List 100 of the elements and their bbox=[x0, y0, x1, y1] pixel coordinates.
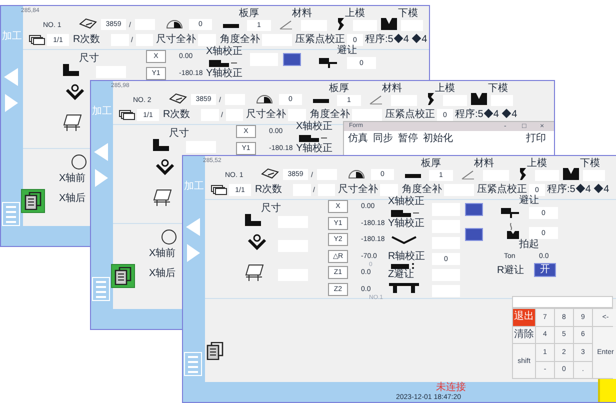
label: 程序:5◆4 ◆4 bbox=[455, 110, 518, 120]
label: 角度全补 bbox=[220, 35, 260, 45]
label: X轴前 bbox=[59, 174, 86, 184]
angle-icon bbox=[65, 84, 85, 101]
material-icon bbox=[461, 170, 474, 180]
label: 板厚 bbox=[421, 159, 441, 169]
angle-icon bbox=[155, 159, 175, 176]
punch-icon bbox=[166, 19, 183, 29]
corner-block bbox=[598, 379, 616, 402]
copy-button[interactable] bbox=[111, 264, 135, 288]
menu-item[interactable]: 暂停 bbox=[398, 134, 418, 144]
correction-button[interactable] bbox=[465, 203, 483, 216]
lower-die-icon bbox=[381, 18, 397, 30]
correction-label: R轴校正 bbox=[388, 252, 426, 262]
label: 材料 bbox=[474, 159, 494, 169]
plate-icon bbox=[313, 97, 329, 104]
lift-icon bbox=[507, 223, 519, 239]
table-icon bbox=[63, 114, 83, 132]
x-correction-icon bbox=[209, 59, 237, 67]
label: R次数 bbox=[73, 35, 100, 45]
material-icon bbox=[279, 20, 292, 30]
upper-tool-icon bbox=[519, 168, 527, 180]
correction-button[interactable] bbox=[283, 53, 301, 66]
label: 材料 bbox=[292, 9, 312, 19]
label: 避让 bbox=[519, 196, 539, 206]
label: X轴后 bbox=[149, 269, 176, 279]
correction-label: Z避让 bbox=[388, 270, 414, 280]
z-avoid-icon bbox=[389, 282, 419, 293]
sheet-icon bbox=[261, 168, 279, 180]
r-correction-icon bbox=[391, 262, 415, 270]
label: 下模 bbox=[580, 159, 600, 169]
mode-label: 加工 bbox=[184, 182, 204, 192]
keypad-key[interactable]: 清除 bbox=[513, 326, 535, 343]
correction-label: Y轴校正 bbox=[206, 69, 243, 79]
stack-icon bbox=[119, 110, 135, 120]
material-icon bbox=[369, 95, 382, 105]
label: 角度全补 bbox=[402, 185, 442, 195]
right-arrow-icon bbox=[95, 169, 108, 187]
status-text: 未连接 bbox=[436, 383, 466, 393]
mode-label: 加工 bbox=[92, 107, 112, 117]
angle-icon bbox=[247, 234, 267, 251]
label: 板厚 bbox=[239, 9, 259, 19]
label: X轴前 bbox=[149, 249, 176, 259]
circle-icon bbox=[161, 229, 177, 245]
label: X轴后 bbox=[59, 194, 86, 204]
copy-button[interactable] bbox=[21, 189, 45, 213]
right-arrow-icon bbox=[5, 94, 18, 112]
x-correction-icon bbox=[299, 134, 327, 142]
correction-label: X轴校正 bbox=[388, 197, 425, 207]
menu-item[interactable]: 初始化 bbox=[423, 134, 453, 144]
input-field[interactable] bbox=[352, 109, 382, 121]
label: R次数 bbox=[163, 110, 190, 120]
label: R避让 bbox=[497, 266, 524, 276]
sheet-icon bbox=[79, 18, 97, 30]
correction-label: Y轴校正 bbox=[296, 144, 333, 154]
keypad-key[interactable]: 退出 bbox=[513, 309, 535, 326]
circle-icon bbox=[71, 154, 87, 170]
punch-icon bbox=[348, 169, 365, 179]
toggle-button[interactable]: 开 bbox=[534, 263, 556, 277]
correction-label: X轴校正 bbox=[206, 47, 243, 57]
label: 下模 bbox=[398, 9, 418, 19]
lower-die-icon bbox=[471, 93, 487, 105]
v-bend-icon bbox=[391, 236, 417, 244]
label: 程序:5◆4 ◆4 bbox=[365, 35, 428, 45]
label: 尺寸 bbox=[169, 129, 189, 139]
plate-icon bbox=[223, 22, 239, 29]
menu-item[interactable]: 仿真 bbox=[348, 134, 368, 144]
label: R次数 bbox=[255, 185, 282, 195]
keypad-display[interactable] bbox=[512, 296, 613, 308]
table-icon bbox=[245, 264, 265, 282]
lower-die-icon bbox=[563, 168, 579, 180]
label: 板厚 bbox=[329, 84, 349, 94]
left-arrow-icon bbox=[186, 218, 200, 236]
correction-button[interactable] bbox=[465, 228, 483, 241]
input-field[interactable] bbox=[432, 285, 460, 297]
step-icon bbox=[245, 214, 261, 226]
step-icon bbox=[63, 64, 79, 76]
menu-item[interactable]: 打印 bbox=[526, 134, 546, 144]
label: 上模 bbox=[345, 9, 365, 19]
label: 压紧点校正 bbox=[477, 185, 527, 195]
label: 角度全补 bbox=[310, 110, 350, 120]
left-arrow-icon bbox=[94, 143, 108, 161]
label: 下模 bbox=[488, 84, 508, 94]
table-icon bbox=[153, 189, 173, 207]
punch-icon bbox=[256, 94, 273, 104]
label: 材料 bbox=[382, 84, 402, 94]
label: 避让 bbox=[337, 46, 357, 56]
correction-label: X轴校正 bbox=[296, 122, 333, 132]
plate-icon bbox=[405, 172, 421, 179]
upper-tool-icon bbox=[427, 93, 435, 105]
label: 尺寸全补 bbox=[246, 110, 286, 120]
label: 尺寸全补 bbox=[156, 35, 196, 45]
menu-item[interactable]: 同步 bbox=[373, 134, 393, 144]
label: 压紧点校正 bbox=[385, 110, 435, 120]
right-arrow-icon bbox=[187, 244, 200, 262]
label: 上模 bbox=[435, 84, 455, 94]
avoid-icon bbox=[319, 56, 337, 68]
stack-icon bbox=[211, 185, 227, 195]
label: 上模 bbox=[527, 159, 547, 169]
sheet-icon bbox=[169, 93, 187, 105]
